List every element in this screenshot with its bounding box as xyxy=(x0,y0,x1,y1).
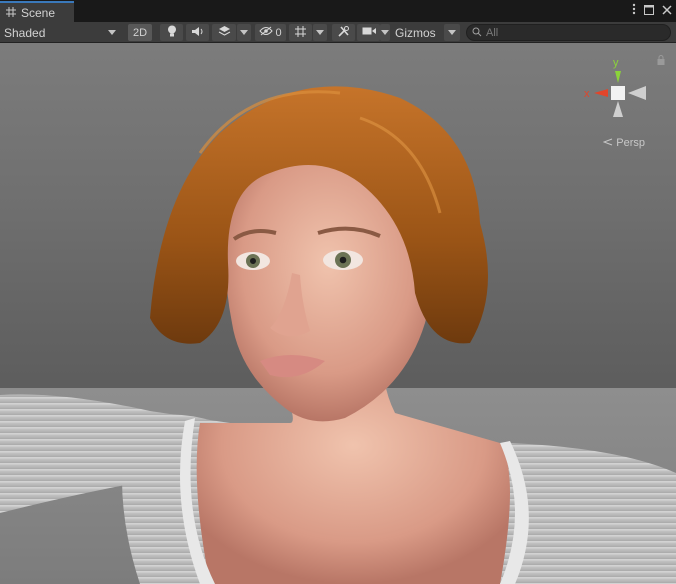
chevron-down-icon xyxy=(108,30,116,35)
lighting-toggle[interactable] xyxy=(160,24,183,41)
shading-mode-dropdown[interactable]: Shaded xyxy=(4,24,120,41)
search-icon xyxy=(472,26,482,40)
camera-button[interactable] xyxy=(357,24,380,41)
toggle-2d-button[interactable]: 2D xyxy=(128,24,152,41)
shading-mode-value: Shaded xyxy=(4,25,46,40)
projection-toggle[interactable]: Persp xyxy=(602,137,645,149)
character-model xyxy=(0,86,676,584)
grid-dropdown[interactable] xyxy=(313,24,327,41)
maximize-icon[interactable] xyxy=(644,4,654,18)
chevron-down-icon xyxy=(240,30,248,35)
speaker-icon xyxy=(191,26,204,40)
search-field[interactable]: All xyxy=(466,24,671,41)
grid-icon xyxy=(6,6,16,20)
gizmos-button[interactable]: Gizmos xyxy=(395,24,441,41)
layers-icon xyxy=(218,25,231,40)
projection-label: Persp xyxy=(616,137,645,149)
grid-snap-icon xyxy=(294,25,307,41)
chevron-down-icon xyxy=(448,30,456,35)
tab-strip: Scene xyxy=(0,0,676,22)
tools-toggle[interactable] xyxy=(332,24,355,41)
wrench-icon xyxy=(337,25,350,40)
search-placeholder: All xyxy=(486,26,499,39)
toggle-2d-label: 2D xyxy=(132,26,148,39)
scene-viewport[interactable]: y x Persp xyxy=(0,43,676,584)
hidden-count: 0 xyxy=(275,26,282,39)
lightbulb-icon xyxy=(167,25,177,40)
tab-scene-label: Scene xyxy=(21,5,56,20)
x-axis-label: x xyxy=(584,88,590,100)
gizmos-dropdown[interactable] xyxy=(444,24,460,41)
camera-dropdown[interactable] xyxy=(380,24,390,41)
y-axis-label: y xyxy=(613,57,619,69)
center-cube[interactable] xyxy=(611,86,625,100)
grid-toggle[interactable] xyxy=(289,24,312,41)
gizmos-label: Gizmos xyxy=(395,25,436,40)
chevron-down-icon xyxy=(381,30,389,35)
neg-y-cone[interactable] xyxy=(613,101,623,117)
hidden-eye-icon xyxy=(259,26,274,39)
lock-icon[interactable] xyxy=(657,54,665,68)
tab-scene[interactable]: Scene xyxy=(0,1,74,22)
chevron-down-icon xyxy=(316,30,324,35)
audio-toggle[interactable] xyxy=(186,24,209,41)
effects-dropdown[interactable] xyxy=(237,24,251,41)
perspective-icon xyxy=(602,137,613,149)
orientation-gizmo[interactable]: y x xyxy=(578,51,658,121)
y-axis-cone[interactable] xyxy=(615,71,621,83)
close-icon[interactable] xyxy=(662,4,672,18)
scene-visibility-toggle[interactable]: 0 xyxy=(255,24,286,41)
scene-toolbar: Shaded 2D 0 Gizmos All xyxy=(0,22,676,43)
kebab-menu-icon[interactable] xyxy=(632,3,636,18)
neg-x-cone[interactable] xyxy=(628,86,646,100)
camera-icon xyxy=(362,26,376,39)
effects-toggle[interactable] xyxy=(212,24,236,41)
x-axis-cone[interactable] xyxy=(594,89,608,97)
